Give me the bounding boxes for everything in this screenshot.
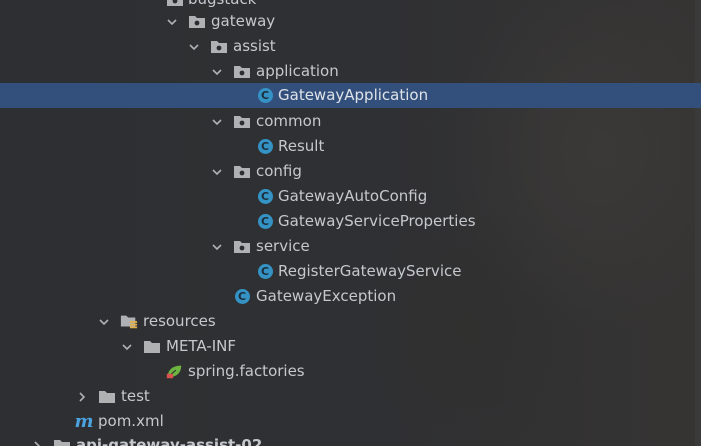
tree-row-config[interactable]: config — [0, 159, 701, 184]
chevron-down-icon[interactable] — [97, 309, 111, 334]
folder-icon — [143, 338, 161, 355]
tree-item-label: Result — [278, 137, 325, 155]
tree-row-register-gateway-service[interactable]: C RegisterGatewayService — [0, 259, 701, 284]
tree-row-service[interactable]: service — [0, 234, 701, 259]
chevron-right-icon[interactable] — [75, 384, 89, 409]
package-folder-icon — [210, 38, 228, 55]
tree-item-label: application — [256, 62, 339, 80]
tree-row-pom-xml[interactable]: m pom.xml — [0, 409, 701, 434]
tree-item-label: test — [121, 387, 150, 405]
class-c-icon: C — [256, 213, 274, 230]
tree-item-label: assist — [233, 37, 276, 55]
tree-item-label: api-gateway-assist-02 — [76, 436, 263, 446]
tree-item-label: META-INF — [166, 337, 237, 355]
spring-leaf-icon — [165, 363, 183, 380]
tree-row-gateway-auto-config[interactable]: C GatewayAutoConfig — [0, 184, 701, 209]
module-folder-icon — [53, 437, 71, 446]
package-folder-icon — [233, 113, 251, 130]
tree-item-label: GatewayServiceProperties — [278, 212, 476, 230]
package-folder-icon — [166, 0, 184, 8]
tree-row-meta-inf[interactable]: META-INF — [0, 334, 701, 359]
tree-row-test[interactable]: test — [0, 384, 701, 409]
tree-item-label: GatewayException — [256, 287, 397, 305]
class-c-icon: C — [256, 138, 274, 155]
chevron-down-icon[interactable] — [210, 59, 224, 84]
tree-row-gateway-service-properties[interactable]: C GatewayServiceProperties — [0, 209, 701, 234]
class-c-icon: C — [233, 288, 251, 305]
chevron-down-icon[interactable] — [165, 9, 179, 34]
package-folder-icon — [188, 13, 206, 30]
class-c-icon: C — [256, 263, 274, 280]
tree-row-api-gateway-assist-02[interactable]: api-gateway-assist-02 — [0, 433, 701, 446]
tree-row-gateway-application[interactable]: C GatewayApplication — [0, 83, 701, 108]
chevron-down-icon[interactable] — [187, 34, 201, 59]
tree-row-gateway-exception[interactable]: C GatewayException — [0, 284, 701, 309]
maven-m-icon: m — [74, 411, 94, 432]
tree-item-label: config — [256, 162, 302, 180]
tree-row-spring-factories[interactable]: spring.factories — [0, 359, 701, 384]
class-c-icon: C — [256, 87, 274, 104]
tree-row-gateway[interactable]: gateway — [0, 9, 701, 34]
tree-row-resources[interactable]: resources — [0, 309, 701, 334]
resources-folder-icon — [120, 313, 138, 330]
tree-row-result[interactable]: C Result — [0, 134, 701, 159]
project-tree: bugstack gateway assist application — [0, 0, 701, 446]
package-folder-icon — [233, 238, 251, 255]
chevron-right-icon[interactable] — [30, 433, 44, 446]
tree-item-label: service — [256, 237, 310, 255]
tree-item-label: gateway — [211, 12, 276, 30]
tree-row-common[interactable]: common — [0, 109, 701, 134]
tree-item-label: GatewayApplication — [278, 86, 429, 104]
tree-row-application[interactable]: application — [0, 59, 701, 84]
chevron-down-icon[interactable] — [210, 234, 224, 259]
tree-item-label: resources — [143, 312, 216, 330]
chevron-down-icon[interactable] — [210, 159, 224, 184]
package-folder-icon — [233, 63, 251, 80]
folder-icon — [98, 388, 116, 405]
tree-item-label: pom.xml — [98, 412, 164, 430]
chevron-down-icon[interactable] — [210, 109, 224, 134]
chevron-down-icon[interactable] — [120, 334, 134, 359]
class-c-icon: C — [256, 188, 274, 205]
tree-item-label: common — [256, 112, 322, 130]
tree-item-label: RegisterGatewayService — [278, 262, 462, 280]
tree-row-assist[interactable]: assist — [0, 34, 701, 59]
tree-item-label: GatewayAutoConfig — [278, 187, 428, 205]
tree-item-label: spring.factories — [188, 362, 305, 380]
package-folder-icon — [233, 163, 251, 180]
